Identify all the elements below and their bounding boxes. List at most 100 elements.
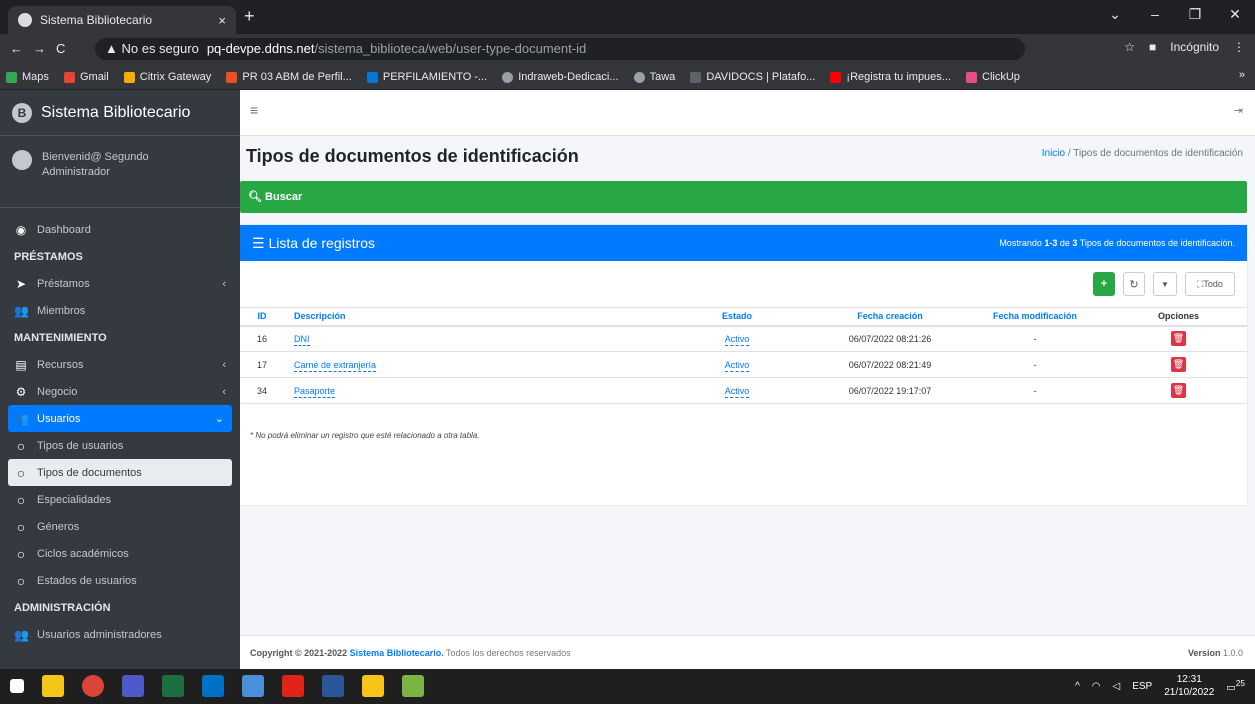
tray-chevron-icon[interactable]: ^ [1075, 681, 1080, 692]
more-bookmarks-icon[interactable]: » [1239, 69, 1245, 81]
paper-plane-icon: ➤ [15, 276, 27, 291]
incognito-label[interactable]: Incógnito [1170, 40, 1219, 54]
app-a-icon[interactable] [402, 675, 424, 697]
caret-down-icon: ▼ [1161, 279, 1169, 289]
notifications-icon[interactable]: ▭25 [1226, 678, 1245, 693]
editable-estado[interactable]: Activo [724, 359, 750, 372]
cell-id: 17 [240, 351, 284, 378]
close-window-icon[interactable]: ✕ [1215, 0, 1255, 28]
sidebar-item-dashboard[interactable]: ◉ Dashboard [0, 216, 240, 243]
not-secure-label[interactable]: ▲ No es seguro [105, 41, 199, 56]
back-icon[interactable]: ← [10, 41, 33, 56]
sidebar-item-tipos-usuarios[interactable]: ○ Tipos de usuarios [0, 432, 240, 459]
sidebar-item-especialidades[interactable]: ○ Especialidades [0, 486, 240, 513]
sidebar-item-negocio[interactable]: ⚙ Negocio ‹ [0, 378, 240, 405]
col-header-estado[interactable]: Estado [654, 307, 820, 327]
brand[interactable]: B Sistema Bibliotecario [0, 90, 240, 136]
col-header-id[interactable]: ID [240, 307, 284, 327]
add-button[interactable]: + [1093, 272, 1115, 296]
top-navbar: ≡ ⇥ [240, 90, 1255, 136]
sidebar-item-tipos-documentos[interactable]: ○ Tipos de documentos [8, 459, 232, 486]
list-icon: ☰ [252, 234, 269, 251]
file-manager-icon[interactable] [42, 675, 64, 697]
url-input[interactable]: ▲ No es seguro pq-devpe.ddns.net/sistema_… [95, 38, 1025, 60]
teams-icon[interactable] [122, 675, 144, 697]
editable-descripcion[interactable]: Pasaporte [294, 385, 336, 398]
bookmark-perfilamiento[interactable]: PERFILAMIENTO -... [361, 64, 493, 89]
show-all-button[interactable]: ⛶ Todo [1185, 272, 1235, 296]
chevron-left-icon: ‹ [222, 277, 226, 290]
language-indicator[interactable]: ESP [1132, 681, 1152, 692]
delete-button[interactable]: 🗑︎ [1171, 357, 1186, 372]
sidebar-item-generos[interactable]: ○ Géneros [0, 513, 240, 540]
sidebar-item-recursos[interactable]: ▤ Recursos ‹ [0, 351, 240, 378]
browser-tab[interactable]: Sistema Bibliotecario × [8, 6, 236, 34]
cell-fecha-modificacion: - [960, 351, 1110, 378]
forward-icon[interactable]: → [33, 41, 56, 56]
bookmark-pr03[interactable]: PR 03 ABM de Perfil... [220, 64, 357, 89]
sidepanel-icon[interactable]: ■ [1149, 40, 1156, 54]
sidebar-item-label: Usuarios administradores [37, 628, 162, 641]
sidebar-item-label: Géneros [37, 520, 80, 533]
volume-icon[interactable]: ◁ [1113, 681, 1121, 692]
clock[interactable]: 12:31 21/10/2022 [1164, 673, 1214, 699]
sidebar-item-prestamos[interactable]: ➤ Préstamos ‹ [0, 270, 240, 297]
bookmark-davidocs[interactable]: DAVIDOCS | Platafo... [684, 64, 821, 89]
network-icon[interactable]: ◠ [1092, 681, 1101, 692]
col-header-fecha-modificacion[interactable]: Fecha modificación [960, 307, 1110, 327]
bookmark-star-icon[interactable]: ☆ [1124, 40, 1135, 54]
sidebar-item-usuarios[interactable]: 👥 Usuarios ⌄ [8, 405, 232, 432]
version-label: Version [1187, 648, 1221, 658]
delete-button[interactable]: 🗑︎ [1171, 383, 1186, 398]
app-icon[interactable] [242, 675, 264, 697]
minimize-icon[interactable]: – [1135, 0, 1175, 28]
restore-icon[interactable]: ❐ [1175, 0, 1215, 28]
sidebar-item-estados[interactable]: ○ Estados de usuarios [0, 567, 240, 594]
bookmark-indraweb[interactable]: Indraweb-Dedicaci... [496, 64, 624, 89]
folder-icon[interactable] [362, 675, 384, 697]
chrome-icon[interactable] [82, 675, 104, 697]
breadcrumb-home-link[interactable]: Inicio [1042, 148, 1065, 159]
export-dropdown-button[interactable]: ▼ [1153, 272, 1177, 296]
editable-descripcion[interactable]: DNI [294, 333, 310, 346]
new-tab-button[interactable]: + [244, 6, 255, 27]
col-header-fecha-creacion[interactable]: Fecha creación [820, 307, 960, 327]
logout-icon[interactable]: ⇥ [1234, 104, 1243, 117]
sidebar-item-miembros[interactable]: 👥 Miembros [0, 297, 240, 324]
bookmark-citrix[interactable]: Citrix Gateway [118, 64, 218, 89]
bookmark-registra[interactable]: ¡Registra tu impues... [824, 64, 957, 89]
user-greeting[interactable]: Bienvenid@ Segundo [42, 150, 149, 165]
editable-estado[interactable]: Activo [724, 385, 750, 398]
bookmark-clickup[interactable]: ClickUp [960, 64, 1026, 89]
browser-tab-strip: Sistema Bibliotecario × + ⌄ – ❐ ✕ [0, 0, 1255, 34]
word-icon[interactable] [322, 675, 344, 697]
editable-estado[interactable]: Activo [724, 333, 750, 346]
refresh-button[interactable]: ↻ [1123, 272, 1145, 296]
col-header-descripcion[interactable]: Descripción [284, 307, 654, 327]
excel-icon[interactable] [162, 675, 184, 697]
delete-button[interactable]: 🗑︎ [1171, 331, 1186, 347]
search-card-header[interactable]: 🔍︎ Buscar [240, 181, 1247, 213]
menu-dots-icon[interactable]: ⋮ [1233, 40, 1245, 54]
sidebar-item-ciclos[interactable]: ○ Ciclos académicos [0, 540, 240, 567]
sidebar-header-prestamos: PRÉSTAMOS [14, 250, 83, 263]
start-windows-icon[interactable] [10, 679, 24, 693]
bookmark-tawa[interactable]: Tawa [628, 64, 682, 89]
dashboard-icon: ◉ [15, 222, 27, 237]
tab-close-icon[interactable]: × [218, 13, 226, 28]
reload-icon[interactable]: C [56, 41, 75, 56]
hamburger-menu-icon[interactable]: ≡ [250, 102, 258, 118]
windows-icon [226, 71, 238, 83]
sidebar-item-usuarios-admin[interactable]: 👥 Usuarios administradores [0, 621, 240, 648]
editable-descripcion[interactable]: Carné de extranjería [294, 359, 377, 372]
bookmark-label: Maps [22, 71, 49, 83]
delete-note: * No podrá eliminar un registro que esté… [250, 431, 480, 440]
bookmark-maps[interactable]: Maps [0, 64, 55, 89]
outlook-icon[interactable] [202, 675, 224, 697]
bookmark-gmail[interactable]: Gmail [58, 64, 115, 89]
acrobat-icon[interactable] [282, 675, 304, 697]
plus-icon: + [1100, 278, 1108, 290]
tab-search-icon[interactable]: ⌄ [1095, 0, 1135, 28]
records-table: ID Descripción Estado Fecha creación Fec… [240, 307, 1247, 404]
footer-brand-link[interactable]: Sistema Bibliotecario. [350, 648, 444, 658]
